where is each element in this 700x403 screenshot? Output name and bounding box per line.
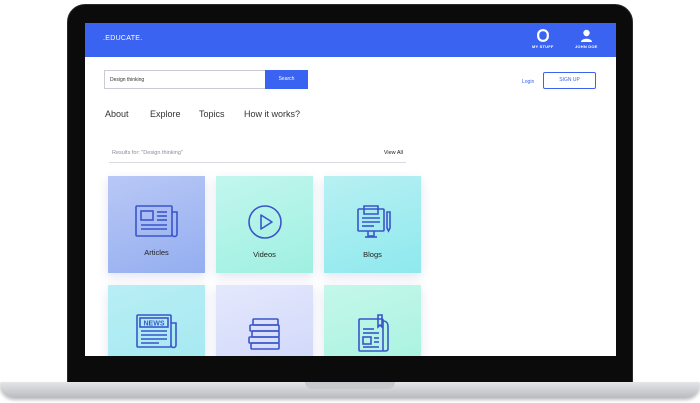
signup-button[interactable]: SIGN UP xyxy=(543,72,596,89)
results-bar: Results for: "Design thinking" View All xyxy=(109,149,406,163)
results-text: Results for: "Design thinking" xyxy=(112,150,183,156)
magazine-icon xyxy=(357,314,389,352)
menu-item-how-it-works[interactable]: How it works? xyxy=(244,109,300,119)
category-card-news[interactable]: NEWS xyxy=(108,285,205,356)
play-icon xyxy=(247,205,282,239)
books-icon xyxy=(247,318,280,350)
user-icon xyxy=(580,29,592,42)
card-label: Articles xyxy=(144,248,169,257)
blog-icon xyxy=(356,205,391,238)
card-label: Videos xyxy=(253,250,276,259)
menu-item-explore[interactable]: Explore xyxy=(150,109,181,119)
my-stuff-label: MY STUFF xyxy=(532,44,554,49)
menu-item-topics[interactable]: Topics xyxy=(199,109,225,119)
laptop-notch xyxy=(305,382,395,389)
category-card-videos[interactable]: Videos xyxy=(216,176,313,273)
search-button[interactable]: Search xyxy=(265,70,308,89)
newspaper-icon xyxy=(134,205,178,238)
category-card-articles[interactable]: Articles xyxy=(108,176,205,273)
user-name-label: JOHN DOE xyxy=(575,44,598,49)
login-link[interactable]: Login xyxy=(522,79,534,85)
view-all-link[interactable]: View All xyxy=(384,150,403,156)
card-label: Blogs xyxy=(363,250,382,259)
laptop-screen: .EDUCATE. MY STUFF JOHN DOE Design think… xyxy=(85,23,616,356)
brand-logo[interactable]: .EDUCATE. xyxy=(103,35,143,42)
category-card-magazine[interactable] xyxy=(324,285,421,356)
news-icon-text: NEWS xyxy=(143,321,164,328)
user-profile-nav[interactable]: JOHN DOE xyxy=(575,29,598,49)
category-card-blogs[interactable]: Blogs xyxy=(324,176,421,273)
top-nav-bar: .EDUCATE. MY STUFF JOHN DOE xyxy=(85,23,616,57)
news-icon: NEWS xyxy=(135,314,177,349)
category-card-books[interactable] xyxy=(216,285,313,356)
box-icon xyxy=(536,29,549,42)
menu-item-about[interactable]: About xyxy=(105,109,129,119)
search-input[interactable]: Design thinking xyxy=(104,70,265,89)
my-stuff-nav[interactable]: MY STUFF xyxy=(532,29,554,49)
